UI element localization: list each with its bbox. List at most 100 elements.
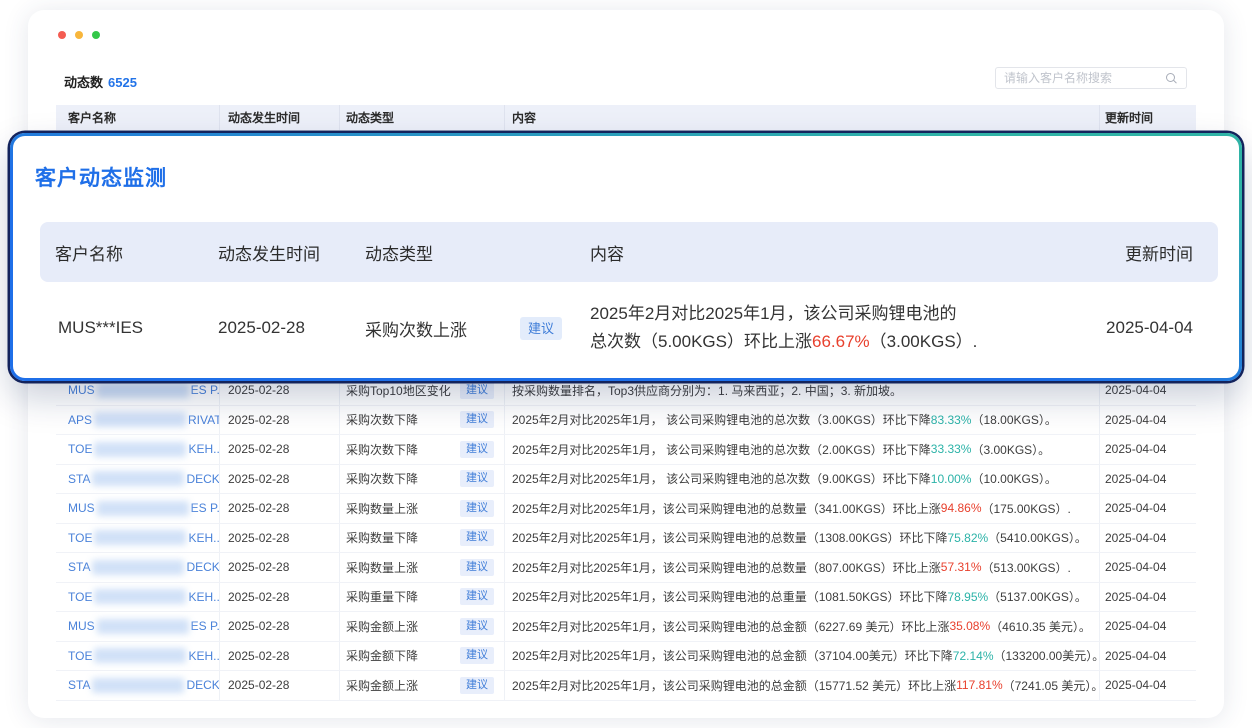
update-date: 2025-04-04: [1100, 612, 1196, 641]
percent-value: 10.00%: [931, 472, 972, 486]
table-header-row: 客户名称 动态发生时间 动态类型 内容 更新时间: [56, 105, 1196, 130]
dynamics-count-value: 6525: [108, 75, 137, 90]
suggestion-badge: 建议: [460, 529, 494, 546]
window-controls: [58, 31, 100, 39]
percent-value: 72.14%: [953, 649, 994, 663]
dynamics-count-label: 动态数: [64, 75, 103, 90]
customer-search-box[interactable]: [995, 67, 1187, 89]
percent-value: 94.86%: [941, 501, 982, 515]
dynamic-content: 2025年2月对比2025年1月，该公司采购锂电池的总重量（1081.50KGS…: [505, 583, 1100, 612]
overlay-header-occur-time: 动态发生时间: [218, 240, 365, 265]
dynamic-type: 采购Top10地区变化: [346, 382, 451, 399]
overlay-header-dynamic-type: 动态类型: [365, 240, 590, 265]
occur-date: 2025-02-28: [220, 642, 340, 671]
redacted-name-blur: [94, 530, 186, 545]
table-row: STADECK... 2025-02-28 采购数量上涨建议 2025年2月对比…: [56, 553, 1196, 583]
suggestion-badge: 建议: [460, 677, 494, 694]
dynamic-content: 2025年2月对比2025年1月，该公司采购锂电池的总金额（6227.69 美元…: [505, 612, 1100, 641]
update-date: 2025-04-04: [1100, 583, 1196, 612]
close-button[interactable]: [58, 31, 66, 39]
customer-name-link[interactable]: TOEKEH...: [68, 442, 220, 457]
suggestion-badge: 建议: [460, 500, 494, 517]
percent-value: 57.31%: [941, 560, 982, 574]
redacted-name-blur: [97, 501, 189, 516]
table-row: STADECK... 2025-02-28 采购金额上涨 建议 2025年2月对比…: [56, 671, 1196, 701]
search-input[interactable]: [1004, 71, 1159, 85]
customer-name-link[interactable]: TOEKEH...: [68, 530, 220, 545]
customer-name-link[interactable]: STADECK...: [68, 678, 220, 693]
minimize-button[interactable]: [75, 31, 83, 39]
customer-name-link[interactable]: TOEKEH...: [68, 648, 220, 663]
redacted-name-blur: [94, 648, 186, 663]
header-content: 内容: [505, 105, 1100, 130]
update-date: 2025-04-04: [1100, 671, 1196, 700]
customer-name-link[interactable]: STADECK...: [68, 560, 220, 575]
redacted-name-blur: [94, 589, 186, 604]
redacted-name-blur: [94, 412, 186, 427]
zoom-button[interactable]: [92, 31, 100, 39]
overlay-data-row: MUS***IES 2025-02-28 采购次数上涨 建议 2025年2月对比…: [40, 282, 1218, 374]
dynamic-content: 2025年2月对比2025年1月， 该公司采购锂电池的总次数（3.00KGS）环…: [505, 406, 1100, 435]
percent-value: 35.08%: [949, 619, 990, 633]
update-date: 2025-04-04: [1100, 435, 1196, 464]
suggestion-badge: 建议: [460, 588, 494, 605]
dynamics-count: 动态数 6525: [64, 72, 137, 91]
table-row: TOEKEH... 2025-02-28 采购数量下降 建议 2025年2月对比2…: [56, 524, 1196, 554]
header-dynamic-type: 动态类型: [340, 105, 505, 130]
redacted-name-blur: [92, 678, 184, 693]
suggestion-badge: 建议: [460, 618, 494, 635]
suggestion-badge: 建议: [460, 382, 494, 399]
occur-date: 2025-02-28: [220, 583, 340, 612]
overlay-dynamic-type: 采购次数上涨: [365, 316, 467, 341]
dynamic-type: 采购金额下降: [346, 647, 418, 664]
percent-value: 117.81%: [956, 678, 1002, 692]
dynamic-type: 采购次数下降: [346, 411, 418, 428]
customer-name-link[interactable]: APSRIVAT...: [68, 412, 220, 427]
dynamic-type: 采购次数下降: [346, 470, 418, 487]
percent-value: 78.95%: [947, 590, 988, 604]
dynamic-content: 2025年2月对比2025年1月，该公司采购锂电池的总金额（37104.00美元…: [505, 642, 1100, 671]
occur-date: 2025-02-28: [220, 435, 340, 464]
percent-value: 33.33%: [931, 442, 972, 456]
dynamic-content: 2025年2月对比2025年1月，该公司采购锂电池的总数量（807.00KGS）…: [505, 553, 1100, 582]
redacted-name-blur: [97, 619, 189, 634]
dynamic-content: 2025年2月对比2025年1月， 该公司采购锂电池的总次数（9.00KGS）环…: [505, 465, 1100, 494]
dynamic-content: 2025年2月对比2025年1月，该公司采购锂电池的总金额（15771.52 美…: [505, 671, 1100, 700]
overlay-customer-name: MUS***IES: [55, 318, 218, 338]
suggestion-badge: 建议: [460, 647, 494, 664]
zoom-overlay-card: 客户动态监测 客户名称 动态发生时间 动态类型 内容 更新时间 MUS***IE…: [13, 136, 1239, 378]
customer-name-link[interactable]: MUSES P...: [68, 501, 220, 516]
occur-date: 2025-02-28: [220, 524, 340, 553]
occur-date: 2025-02-28: [220, 553, 340, 582]
customer-name-link[interactable]: TOEKEH...: [68, 589, 220, 604]
dynamic-type: 采购数量上涨: [346, 559, 418, 576]
percent-value: 75.82%: [947, 531, 988, 545]
dynamic-type: 采购金额上涨: [346, 677, 418, 694]
table-row: MUSES P... 2025-02-28 采购金额上涨建议 2025年2月对比…: [56, 612, 1196, 642]
customer-name-link[interactable]: MUSES P...: [68, 383, 220, 398]
dynamic-type: 采购次数下降: [346, 441, 418, 458]
header-customer-name: 客户名称: [56, 105, 220, 130]
overlay-update-date: 2025-04-04: [1106, 318, 1203, 338]
dynamic-type: 采购数量下降: [346, 529, 418, 546]
customer-name-link[interactable]: MUSES P...: [68, 619, 220, 634]
suggestion-badge: 建议: [460, 411, 494, 428]
redacted-name-blur: [97, 383, 189, 398]
table-row: TOEKEH... 2025-02-28 采购金额下降 建议 2025年2月对比2…: [56, 642, 1196, 672]
dynamic-content: 2025年2月对比2025年1月，该公司采购锂电池的总数量（1308.00KGS…: [505, 524, 1100, 553]
update-date: 2025-04-04: [1100, 406, 1196, 435]
customer-name-link[interactable]: STADECK...: [68, 471, 220, 486]
overlay-header-row: 客户名称 动态发生时间 动态类型 内容 更新时间: [40, 222, 1218, 282]
occur-date: 2025-02-28: [220, 494, 340, 523]
overlay-header-content: 内容: [590, 240, 1106, 265]
overlay-title: 客户动态监测: [35, 162, 167, 192]
table-row: STADECK... 2025-02-28 采购次数下降 建议 2025年2月对比…: [56, 465, 1196, 495]
update-date: 2025-04-04: [1100, 642, 1196, 671]
dynamic-content: 2025年2月对比2025年1月， 该公司采购锂电池的总次数（2.00KGS）环…: [505, 435, 1100, 464]
search-icon[interactable]: [1165, 72, 1178, 85]
dynamic-type: 采购重量下降: [346, 588, 418, 605]
occur-date: 2025-02-28: [220, 671, 340, 700]
table-row: MUSES P... 2025-02-28 采购数量上涨建议 2025年2月对比…: [56, 494, 1196, 524]
suggestion-badge: 建议: [460, 470, 494, 487]
occur-date: 2025-02-28: [220, 465, 340, 494]
